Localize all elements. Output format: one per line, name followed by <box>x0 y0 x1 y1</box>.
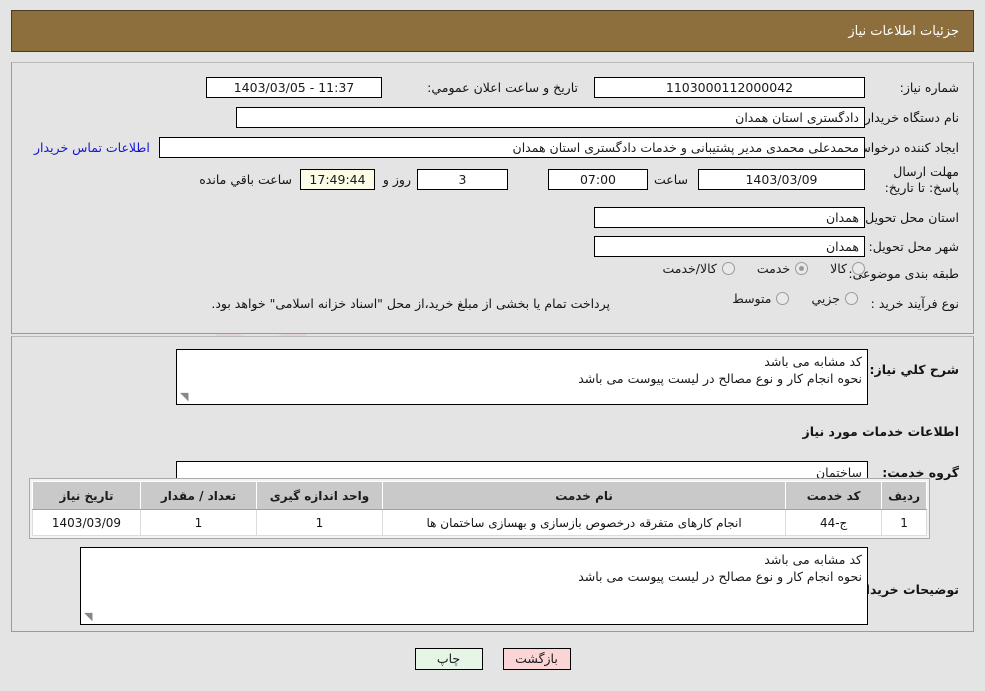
cell-radif: 1 <box>881 509 927 536</box>
page-title: جزئیات اطلاعات نیاز <box>848 23 959 39</box>
countdown-field: 17:49:44 <box>300 169 375 190</box>
col-radif: ردیف <box>881 481 927 510</box>
requester-field[interactable]: محمدعلی محمدی مدیر پشتیبانی و خدمات دادگ… <box>159 137 865 158</box>
purchase-type-note: پرداخت تمام یا بخشی از مبلغ خرید،از محل … <box>211 296 610 311</box>
deadline-date-field[interactable]: 1403/03/09 <box>698 169 865 190</box>
buyer-notes-text: کد مشابه می باشد نحوه انجام کار و نوع مص… <box>578 552 862 584</box>
announce-datetime-label: تاریخ و ساعت اعلان عمومي: <box>427 80 578 95</box>
cell-name: انجام کارهای متفرقه درخصوص بازسازی و بهس… <box>381 509 787 536</box>
need-number-field[interactable]: 1103000112000042 <box>594 77 865 98</box>
delivery-city-label: شهر محل تحویل: <box>868 239 959 254</box>
general-desc-label: شرح کلي نیاز: <box>869 362 959 377</box>
deadline-label: مهلت ارسال پاسخ: تا تاریخ: <box>884 164 959 195</box>
category-option-kala-khedmat[interactable]: کالا/خدمت <box>662 261 735 276</box>
need-summary-panel: شماره نیاز: 1103000112000042 تاریخ و ساع… <box>11 62 974 334</box>
delivery-province-label: استان محل تحویل: <box>860 210 959 225</box>
buyer-notes-label: توضیحات خریدار: <box>853 582 959 597</box>
resize-grip-icon[interactable]: ◤ <box>180 390 192 403</box>
deadline-hour-field[interactable]: 07:00 <box>548 169 648 190</box>
page-header: جزئیات اطلاعات نیاز <box>11 10 974 52</box>
countdown-label: ساعت باقي مانده <box>199 172 292 187</box>
back-button[interactable]: بازگشت <box>502 648 571 670</box>
category-option-label: کالا <box>830 261 847 276</box>
services-table: ردیف کد خدمت نام خدمت واحد اندازه گیری ت… <box>32 481 927 536</box>
table-header-row: ردیف کد خدمت نام خدمت واحد اندازه گیری ت… <box>32 481 927 510</box>
category-option-kala[interactable]: کالا <box>830 261 865 276</box>
col-code: کد خدمت <box>785 481 883 510</box>
buyer-org-field[interactable]: دادگستری استان همدان <box>236 107 865 128</box>
announce-datetime-field[interactable]: 11:37 - 1403/03/05 <box>206 77 382 98</box>
buyer-contact-link[interactable]: اطلاعات تماس خریدار <box>34 140 150 155</box>
purchase-option-label: متوسط <box>732 291 772 306</box>
cell-qty: 1 <box>140 509 257 536</box>
delivery-city-field[interactable]: همدان <box>594 236 865 257</box>
purchase-option-jozi[interactable]: جزیي <box>811 291 858 306</box>
purchase-type-radio-group[interactable]: جزیي متوسط <box>710 291 858 306</box>
category-option-khedmat[interactable]: خدمت <box>756 261 809 276</box>
col-unit: واحد اندازه گیری <box>256 481 383 510</box>
print-button[interactable]: چاپ <box>414 648 483 670</box>
footer-button-bar: بازگشت چاپ <box>0 648 985 670</box>
col-name: نام خدمت <box>381 481 787 510</box>
radio-icon[interactable] <box>721 262 735 275</box>
need-details-panel: شرح کلي نیاز: کد مشابه می باشد نحوه انجا… <box>11 336 974 632</box>
table-row[interactable]: 1 ج-44 انجام کارهای متفرقه درخصوص بازساز… <box>32 509 927 536</box>
deadline-days-field[interactable]: 3 <box>417 169 508 190</box>
radio-icon[interactable] <box>845 292 858 305</box>
general-desc-text: کد مشابه می باشد نحوه انجام کار و نوع مص… <box>578 354 862 386</box>
radio-icon[interactable] <box>852 262 865 275</box>
services-section-title: اطلاعات خدمات مورد نیاز <box>802 424 960 439</box>
resize-grip-icon[interactable]: ◤ <box>84 610 96 623</box>
cell-need-date: 1403/03/09 <box>32 509 141 536</box>
radio-icon[interactable] <box>776 292 790 305</box>
category-option-label: خدمت <box>756 261 791 276</box>
purchase-option-motavaset[interactable]: متوسط <box>732 291 790 306</box>
general-desc-textarea[interactable]: کد مشابه می باشد نحوه انجام کار و نوع مص… <box>176 349 868 405</box>
delivery-province-field[interactable]: همدان <box>594 207 865 228</box>
cell-unit: 1 <box>256 509 383 536</box>
radio-icon[interactable] <box>795 262 809 275</box>
deadline-days-label: روز و <box>382 172 411 187</box>
deadline-hour-label: ساعت <box>653 172 688 187</box>
category-option-label: کالا/خدمت <box>662 261 717 276</box>
need-number-label: شماره نیاز: <box>899 80 959 95</box>
page-root: AriaTender.net جزئیات اطلاعات نیاز شماره… <box>0 0 985 691</box>
col-qty: تعداد / مقدار <box>140 481 257 510</box>
services-table-wrapper: ردیف کد خدمت نام خدمت واحد اندازه گیری ت… <box>29 478 930 539</box>
buyer-org-label: نام دستگاه خریدار: <box>860 110 959 125</box>
purchase-option-label: جزیي <box>811 291 840 306</box>
buyer-notes-textarea[interactable]: کد مشابه می باشد نحوه انجام کار و نوع مص… <box>80 547 868 625</box>
cell-code: ج-44 <box>785 509 883 536</box>
category-radio-group[interactable]: کالا خدمت کالا/خدمت <box>640 261 865 276</box>
col-need-date: تاریخ نیاز <box>32 481 141 510</box>
purchase-type-label: نوع فرآیند خرید : <box>870 296 959 311</box>
